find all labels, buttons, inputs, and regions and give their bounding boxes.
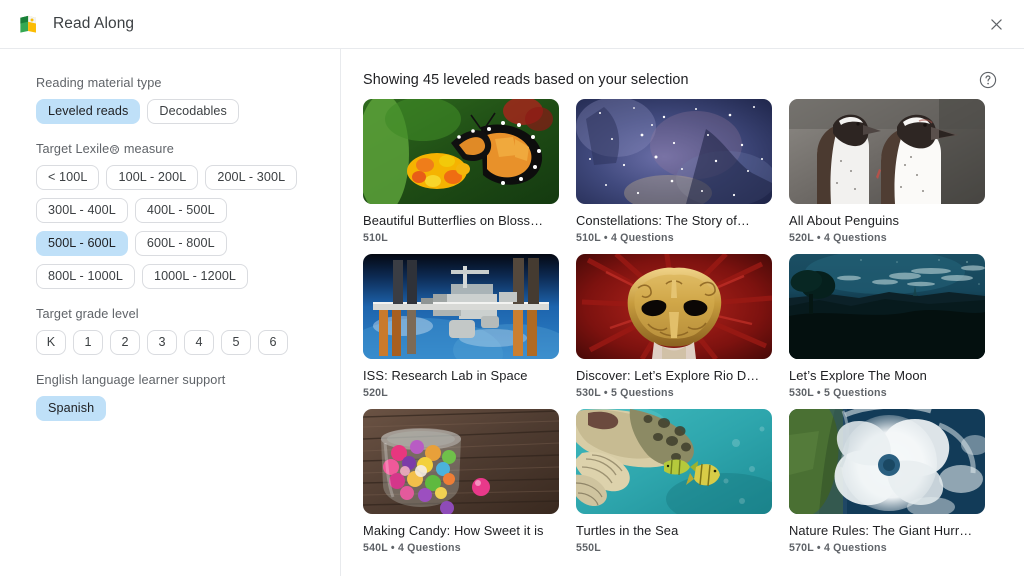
read-card[interactable]: Making Candy: How Sweet it is 540L • 4 Q… (363, 409, 559, 554)
chip-lexile-500-600[interactable]: 500L - 600L (36, 231, 128, 256)
read-card[interactable]: Constellations: The Story of… 510L • 4 Q… (576, 99, 772, 244)
chip-grade-2[interactable]: 2 (110, 330, 140, 355)
chip-lexile-200-300[interactable]: 200L - 300L (205, 165, 298, 190)
filter-label-target-grade-level: Target grade level (36, 307, 139, 321)
chip-grade-5[interactable]: 5 (221, 330, 251, 355)
thumbnail-candy-jar-on-wood (363, 409, 559, 514)
read-card-meta: 570L • 4 Questions (789, 542, 887, 554)
read-card-meta: 530L • 5 Questions (576, 387, 674, 399)
results-panel: Showing 45 leveled reads based on your s… (341, 49, 1024, 576)
read-card-meta: 550L (576, 542, 601, 554)
read-card-title: Beautiful Butterflies on Bloss… (363, 213, 544, 228)
read-card-title: Discover: Let’s Explore Rio D… (576, 368, 760, 383)
read-card[interactable]: Discover: Let’s Explore Rio D… 530L • 5 … (576, 254, 772, 399)
chip-grade-4[interactable]: 4 (184, 330, 214, 355)
filter-group-reading-material-type: Leveled reads Decodables (36, 99, 304, 124)
read-card-meta: 540L • 4 Questions (363, 542, 461, 554)
read-card-meta: 520L • 4 Questions (789, 232, 887, 244)
app-title: Read Along (53, 15, 135, 32)
read-card[interactable]: Beautiful Butterflies on Bloss… 510L (363, 99, 559, 244)
thumbnail-hurricane-satellite (789, 409, 985, 514)
app-header: Read Along (0, 0, 1024, 48)
results-header: Showing 45 leveled reads based on your s… (363, 49, 1006, 93)
thumbnail-sea-turtle-underwater (576, 409, 772, 514)
read-card-meta: 510L (363, 232, 388, 244)
read-card[interactable]: ISS: Research Lab in Space 520L (363, 254, 559, 399)
reads-grid: Beautiful Butterflies on Bloss… 510L Con… (363, 93, 1006, 554)
chip-grade-1[interactable]: 1 (73, 330, 103, 355)
registered-trademark-icon: R (110, 145, 120, 154)
lexile-label-text: Target Lexile (36, 142, 110, 156)
chip-leveled-reads[interactable]: Leveled reads (36, 99, 141, 124)
chip-lexile-1000-1200[interactable]: 1000L - 1200L (141, 264, 249, 289)
brand: Read Along (18, 13, 134, 35)
filter-group-english-language-learner-support: Spanish (36, 396, 304, 421)
filters-sidebar: Reading material type Leveled reads Deco… (0, 49, 341, 576)
thumbnail-butterfly-on-flowers (363, 99, 559, 204)
chip-lexile-100-200[interactable]: 100L - 200L (106, 165, 199, 190)
read-card[interactable]: Turtles in the Sea 550L (576, 409, 772, 554)
filter-group-target-grade-level: K 1 2 3 4 5 6 (36, 330, 304, 355)
read-card-title: ISS: Research Lab in Space (363, 368, 528, 383)
chip-lexile-under-100[interactable]: < 100L (36, 165, 100, 190)
read-card-meta: 510L • 4 Questions (576, 232, 674, 244)
read-card-title: Constellations: The Story of… (576, 213, 750, 228)
read-card-title: Turtles in the Sea (576, 523, 679, 538)
chip-grade-3[interactable]: 3 (147, 330, 177, 355)
results-heading: Showing 45 leveled reads based on your s… (363, 72, 689, 88)
chip-decodables[interactable]: Decodables (147, 99, 239, 124)
thumbnail-night-sky-galaxy (576, 99, 772, 204)
chip-grade-6[interactable]: 6 (258, 330, 288, 355)
read-card-meta: 530L • 5 Questions (789, 387, 887, 399)
filter-label-reading-material-type: Reading material type (36, 76, 162, 90)
thumbnail-two-penguins (789, 99, 985, 204)
read-card[interactable]: Let’s Explore The Moon 530L • 5 Question… (789, 254, 985, 399)
filter-label-english-language-learner-support: English language learner support (36, 373, 226, 387)
read-card-title: Let’s Explore The Moon (789, 368, 927, 383)
thumbnail-golden-carnival-mask (576, 254, 772, 359)
close-icon[interactable] (980, 8, 1012, 40)
chip-lexile-300-400[interactable]: 300L - 400L (36, 198, 128, 223)
read-card-title: Making Candy: How Sweet it is (363, 523, 544, 538)
read-along-book-logo-icon (18, 13, 40, 35)
lexile-label-suffix: measure (123, 142, 174, 156)
thumbnail-space-station-over-earth (363, 254, 559, 359)
content-area: Reading material type Leveled reads Deco… (0, 48, 1024, 576)
chip-lexile-600-800[interactable]: 600L - 800L (134, 231, 227, 256)
chip-grade-k[interactable]: K (36, 330, 66, 355)
thumbnail-night-landscape (789, 254, 985, 359)
filter-label-target-lexile-measure: Target Lexile R measure (36, 142, 320, 156)
chip-lexile-800-1000[interactable]: 800L - 1000L (36, 264, 135, 289)
read-card-title: All About Penguins (789, 213, 900, 228)
chip-lexile-400-500[interactable]: 400L - 500L (134, 198, 227, 223)
read-card-meta: 520L (363, 387, 388, 399)
read-card-title: Nature Rules: The Giant Hurr… (789, 523, 973, 538)
chip-spanish[interactable]: Spanish (36, 396, 107, 421)
read-card[interactable]: All About Penguins 520L • 4 Questions (789, 99, 985, 244)
read-card[interactable]: Nature Rules: The Giant Hurr… 570L • 4 Q… (789, 409, 985, 554)
filter-group-target-lexile-measure: < 100L 100L - 200L 200L - 300L 300L - 40… (36, 165, 304, 289)
help-circle-icon[interactable] (978, 70, 998, 90)
